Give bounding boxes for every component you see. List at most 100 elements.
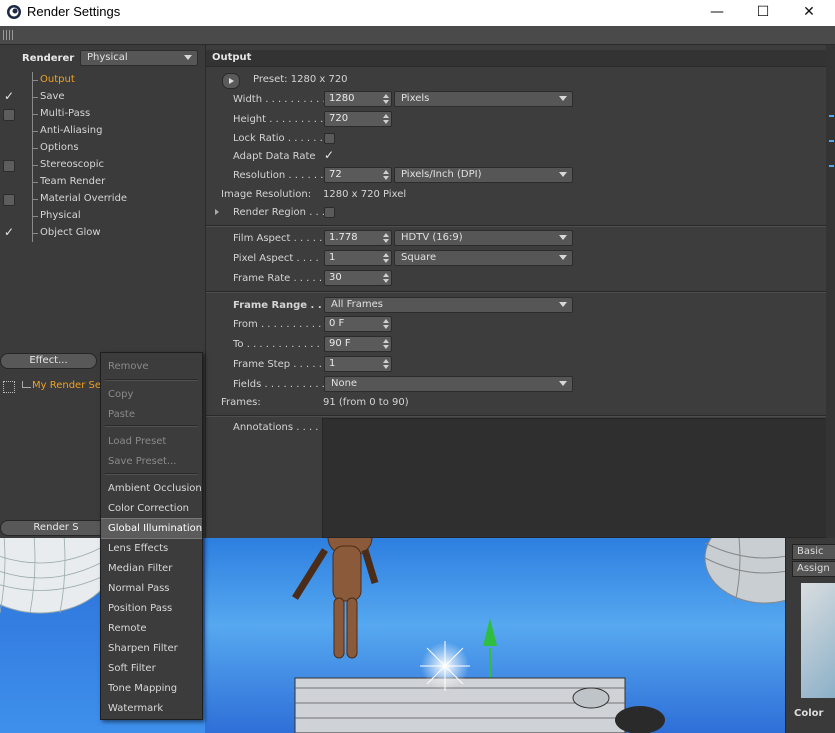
render-setting-button[interactable]: Render S: [0, 520, 112, 536]
menu-item-copy: Copy: [101, 385, 202, 404]
enable-checkbox[interactable]: [3, 109, 15, 121]
chevron-down-icon: [559, 381, 567, 386]
menu-item-label: Paste: [108, 409, 135, 420]
fields-dropdown[interactable]: None: [324, 376, 573, 392]
resolution-unit-value: Pixels/Inch (DPI): [401, 169, 482, 180]
frame-step-value: 1: [329, 358, 336, 369]
renderer-dropdown[interactable]: Physical: [80, 50, 198, 66]
menu-item-sharpen-filter[interactable]: Sharpen Filter: [101, 639, 202, 658]
grip-handle-icon[interactable]: [3, 30, 13, 40]
tree-item-physical[interactable]: Physical: [0, 208, 205, 225]
tab-assign[interactable]: Assign: [792, 561, 835, 577]
width-unit-value: Pixels: [401, 93, 430, 104]
menu-item-tone-mapping[interactable]: Tone Mapping: [101, 679, 202, 698]
render-setting-item[interactable]: My Render Se: [32, 380, 101, 391]
pixel-aspect-field[interactable]: 1: [324, 250, 392, 266]
spinner-icon[interactable]: [383, 113, 389, 125]
tree-branch: [32, 165, 38, 166]
cinema4d-app-icon: [7, 5, 21, 19]
from-field[interactable]: 0 F: [324, 316, 392, 332]
3d-viewport[interactable]: [205, 538, 785, 733]
right-edge-scrollbar[interactable]: [826, 45, 835, 538]
tree-item-options[interactable]: Options: [0, 140, 205, 157]
to-field[interactable]: 90 F: [324, 336, 392, 352]
spinner-icon[interactable]: [383, 232, 389, 244]
render-region-checkbox[interactable]: [324, 207, 335, 218]
divider: [206, 291, 835, 293]
pixel-aspect-dropdown[interactable]: Square: [394, 250, 573, 266]
width-field[interactable]: 1280: [324, 91, 392, 107]
menu-item-ambient-occlusion[interactable]: Ambient Occlusion: [101, 479, 202, 498]
close-button[interactable]: ✕: [786, 0, 832, 26]
menu-item-normal-pass[interactable]: Normal Pass: [101, 579, 202, 598]
menu-item-median-filter[interactable]: Median Filter: [101, 559, 202, 578]
tree-item-output[interactable]: Output: [0, 72, 205, 89]
tree-item-anti-aliasing[interactable]: Anti-Aliasing: [0, 123, 205, 140]
expand-arrow-icon[interactable]: [215, 209, 219, 215]
menu-item-color-correction[interactable]: Color Correction: [101, 499, 202, 518]
enable-checkbox[interactable]: [3, 160, 15, 172]
height-field[interactable]: 720: [324, 111, 392, 127]
frame-rate-field[interactable]: 30: [324, 270, 392, 286]
width-unit-dropdown[interactable]: Pixels: [394, 91, 573, 107]
tree-item-team-render[interactable]: Team Render: [0, 174, 205, 191]
tree-item-save[interactable]: ✓ Save: [0, 89, 205, 106]
material-preview[interactable]: [801, 583, 835, 698]
annotations-textarea[interactable]: [322, 418, 835, 538]
menu-item-remote[interactable]: Remote: [101, 619, 202, 638]
check-icon[interactable]: ✓: [4, 89, 14, 103]
menu-item-lens-effects[interactable]: Lens Effects: [101, 539, 202, 558]
tree-branch: [32, 233, 38, 234]
pixel-aspect-label: Pixel Aspect . . . .: [233, 253, 319, 264]
chevron-down-icon: [559, 96, 567, 101]
menu-item-position-pass[interactable]: Position Pass: [101, 599, 202, 618]
tab-basic[interactable]: Basic: [792, 544, 835, 560]
frame-rate-label: Frame Rate . . . . . .: [233, 273, 329, 284]
frame-range-value: All Frames: [331, 299, 383, 310]
minimize-button[interactable]: —: [694, 0, 740, 26]
resolution-unit-dropdown[interactable]: Pixels/Inch (DPI): [394, 167, 573, 183]
film-aspect-dropdown[interactable]: HDTV (16:9): [394, 230, 573, 246]
resolution-label: Resolution . . . . . .: [233, 170, 324, 181]
lock-ratio-checkbox[interactable]: [324, 133, 335, 144]
spinner-icon[interactable]: [383, 272, 389, 284]
from-value: 0 F: [329, 318, 345, 329]
image-resolution-label: Image Resolution:: [221, 189, 312, 200]
adapt-data-rate-check-icon[interactable]: ✓: [324, 148, 334, 162]
resolution-field[interactable]: 72: [324, 167, 392, 183]
preset-play-button[interactable]: [222, 73, 240, 89]
effect-button[interactable]: Effect...: [0, 353, 97, 369]
spinner-icon[interactable]: [383, 318, 389, 330]
window-title: Render Settings: [27, 4, 121, 19]
film-aspect-field[interactable]: 1.778: [324, 230, 392, 246]
frame-step-field[interactable]: 1: [324, 356, 392, 372]
enable-checkbox[interactable]: [3, 194, 15, 206]
check-icon[interactable]: ✓: [4, 225, 14, 239]
tree-item-object-glow[interactable]: ✓ Object Glow: [0, 225, 205, 242]
menu-item-global-illumination[interactable]: Global Illumination: [101, 518, 202, 539]
spinner-icon[interactable]: [383, 169, 389, 181]
frame-range-dropdown[interactable]: All Frames: [324, 297, 573, 313]
tree-item-material-override[interactable]: Material Override: [0, 191, 205, 208]
menu-item-watermark[interactable]: Watermark: [101, 699, 202, 718]
spinner-icon[interactable]: [383, 93, 389, 105]
menu-item-label: Save Preset...: [108, 456, 177, 467]
chevron-down-icon: [559, 302, 567, 307]
maximize-button[interactable]: ☐: [740, 0, 786, 26]
tree-item-stereoscopic[interactable]: Stereoscopic: [0, 157, 205, 174]
spinner-icon[interactable]: [383, 338, 389, 350]
film-aspect-value: 1.778: [329, 232, 358, 243]
output-header: Output: [206, 50, 835, 67]
tab-assign-label: Assign: [797, 563, 830, 574]
panel-grip-strip: [0, 26, 835, 45]
menu-item-label: Load Preset: [108, 436, 167, 447]
menu-separator: [105, 473, 198, 475]
attribute-manager-panel: Basic Assign Color: [785, 538, 835, 733]
spinner-icon[interactable]: [383, 252, 389, 264]
menu-item-soft-filter[interactable]: Soft Filter: [101, 659, 202, 678]
spinner-icon[interactable]: [383, 358, 389, 370]
tree-item-multi-pass[interactable]: Multi-Pass: [0, 106, 205, 123]
width-label: Width . . . . . . . . . .: [233, 94, 326, 105]
renderer-label: Renderer: [22, 53, 75, 64]
menu-item-save-preset: Save Preset...: [101, 452, 202, 471]
